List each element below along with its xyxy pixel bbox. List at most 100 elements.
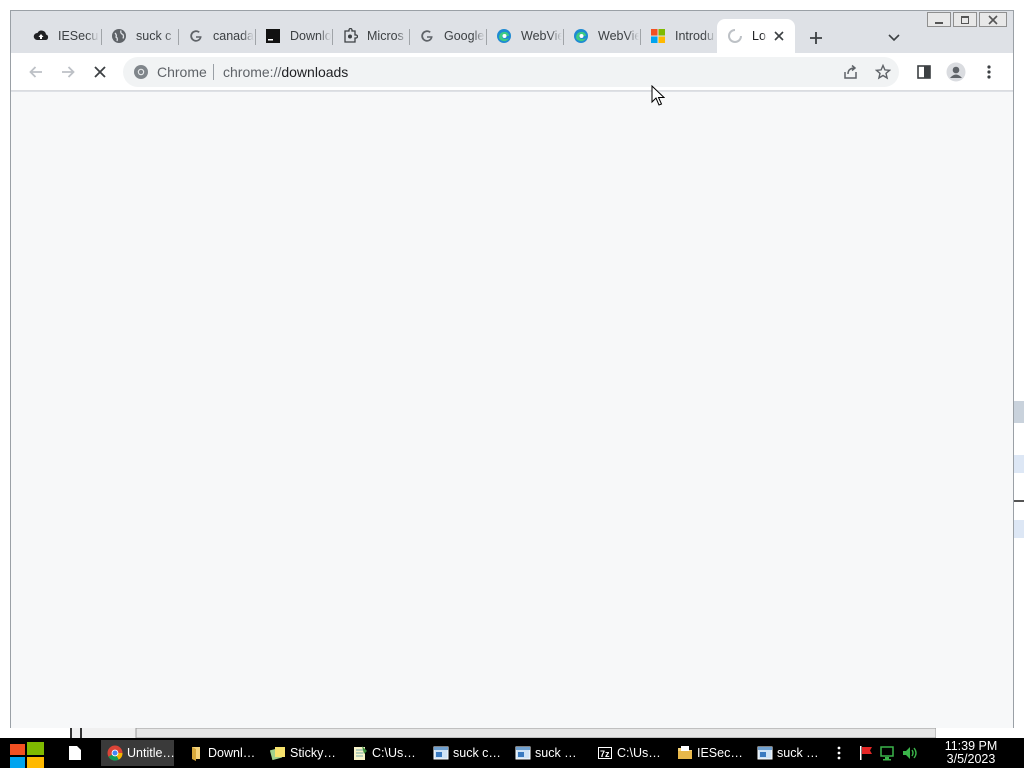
taskbar-item-label: Sticky…: [290, 746, 336, 760]
browser-window: IESecurity suck c canada Download: [10, 10, 1014, 728]
tab-introdu[interactable]: Introdu: [640, 19, 716, 53]
back-button[interactable]: [22, 58, 50, 86]
tab-webview-1[interactable]: WebView: [486, 19, 562, 53]
network-icon[interactable]: [880, 745, 896, 761]
taskbar-item-window-3[interactable]: suck …: [751, 740, 826, 766]
star-icon: [875, 64, 891, 80]
tab-google[interactable]: Google: [409, 19, 485, 53]
volume-icon[interactable]: [902, 745, 918, 761]
profile-button[interactable]: [942, 58, 970, 86]
taskbar-item-label: Downl…: [208, 746, 256, 760]
arrow-left-icon: [29, 66, 42, 78]
chrome-icon: [107, 745, 123, 761]
windows-logo-icon: [10, 742, 44, 768]
menu-button[interactable]: [975, 58, 1003, 86]
stop-icon: [94, 66, 106, 78]
tab-title: Micros: [367, 29, 404, 43]
site-chip[interactable]: Chrome: [133, 57, 207, 87]
bookmark-button[interactable]: [871, 60, 895, 84]
taskbar-item-sticky[interactable]: Sticky…: [264, 740, 339, 766]
tab-title: suck c: [136, 29, 172, 43]
tab-download[interactable]: Download: [255, 19, 331, 53]
url-scheme: chrome://: [223, 64, 282, 80]
taskbar-item-notepad[interactable]: C:\Us…: [346, 740, 421, 766]
start-button[interactable]: [10, 738, 44, 768]
terminal-icon: [265, 28, 281, 44]
clock-date: 3/5/2023: [946, 752, 996, 766]
taskbar-item-label: Untitle…: [127, 746, 174, 760]
browser-toolbar: Chrome chrome://downloads: [11, 53, 1013, 91]
tab-title: WebView: [521, 29, 562, 43]
tab-suck-c[interactable]: suck c: [101, 19, 177, 53]
puzzle-icon: [342, 28, 358, 44]
taskbar-item-label: C:\Us…: [372, 746, 416, 760]
windows-taskbar: Untitle… Downl… Sticky… C:\Us… suck c… s…: [0, 738, 1024, 768]
taskbar-item-downloads[interactable]: Downl…: [182, 740, 257, 766]
site-chip-label: Chrome: [157, 64, 207, 80]
loading-spinner-icon: [727, 28, 743, 44]
url-text[interactable]: chrome://downloads: [223, 57, 348, 87]
background-window-edge: [1014, 395, 1024, 540]
taskbar-item-label: suck c…: [453, 746, 501, 760]
cloud-upload-icon: [33, 28, 49, 44]
taskbar-item-iesecurity[interactable]: IESec…: [671, 740, 746, 766]
tab-close-button[interactable]: [771, 28, 787, 44]
blank-document-icon[interactable]: [68, 745, 82, 761]
tab-iesecurity[interactable]: IESecurity: [23, 19, 99, 53]
window-icon: [515, 746, 531, 760]
arrow-right-icon: [62, 66, 75, 78]
taskbar-item-7zip[interactable]: 7z C:\Us…: [591, 740, 666, 766]
share-icon: [844, 64, 857, 79]
window-icon: [757, 746, 773, 760]
share-button[interactable]: [839, 60, 863, 84]
tab-title: Google: [444, 29, 485, 43]
tab-title: Loading: [752, 29, 767, 43]
tab-strip: IESecurity suck c canada Download: [11, 19, 1013, 53]
page-content-area[interactable]: [11, 92, 1013, 728]
tab-title: Download: [290, 29, 331, 43]
mouse-cursor-icon: [651, 85, 665, 106]
address-bar[interactable]: Chrome chrome://downloads: [123, 57, 899, 87]
taskbar-item-chrome[interactable]: Untitle…: [101, 740, 174, 766]
forward-button[interactable]: [54, 58, 82, 86]
edge-icon: [496, 28, 512, 44]
system-tray: [836, 738, 918, 768]
chrome-icon: [134, 65, 148, 79]
new-tab-button[interactable]: [805, 27, 827, 49]
side-panel-icon: [917, 65, 931, 79]
taskbar-item-label: suck …: [777, 746, 819, 760]
plus-icon: [810, 32, 822, 44]
stop-loading-button[interactable]: [86, 58, 114, 86]
tab-title: canada: [213, 29, 254, 43]
tab-webview-2[interactable]: WebView: [563, 19, 639, 53]
taskbar-item-window-1[interactable]: suck c…: [427, 740, 502, 766]
tab-title: Introdu: [675, 29, 714, 43]
tab-title: IESecurity: [58, 29, 99, 43]
more-vertical-icon: [987, 65, 991, 79]
more-vertical-icon[interactable]: [836, 745, 852, 761]
taskbar-item-label: suck …: [535, 746, 577, 760]
tab-loading-active[interactable]: Loading: [717, 19, 795, 53]
tab-title: WebView: [598, 29, 639, 43]
microsoft-icon: [650, 28, 666, 44]
profile-icon: [946, 62, 966, 82]
tab-micros[interactable]: Micros: [332, 19, 408, 53]
notepad-icon: [354, 746, 367, 760]
action-center-flag-icon[interactable]: [858, 745, 874, 761]
omnibox-divider: [213, 64, 214, 80]
folder-icon: [678, 746, 692, 759]
google-icon: [419, 28, 435, 44]
taskbar-item-label: C:\Us…: [617, 746, 661, 760]
folder-icon: [192, 747, 200, 761]
close-icon: [774, 31, 784, 41]
tab-canada[interactable]: canada: [178, 19, 254, 53]
7zip-icon: 7z: [598, 747, 612, 759]
tab-search-button[interactable]: [883, 28, 905, 48]
svg-text:7z: 7z: [600, 749, 610, 759]
globe-icon: [111, 28, 127, 44]
chevron-down-icon: [888, 34, 900, 42]
background-window-scrollbar: [70, 728, 936, 738]
side-panel-button[interactable]: [910, 58, 938, 86]
taskbar-item-window-2[interactable]: suck …: [509, 740, 584, 766]
taskbar-clock[interactable]: 11:39 PM 3/5/2023: [936, 740, 1006, 766]
